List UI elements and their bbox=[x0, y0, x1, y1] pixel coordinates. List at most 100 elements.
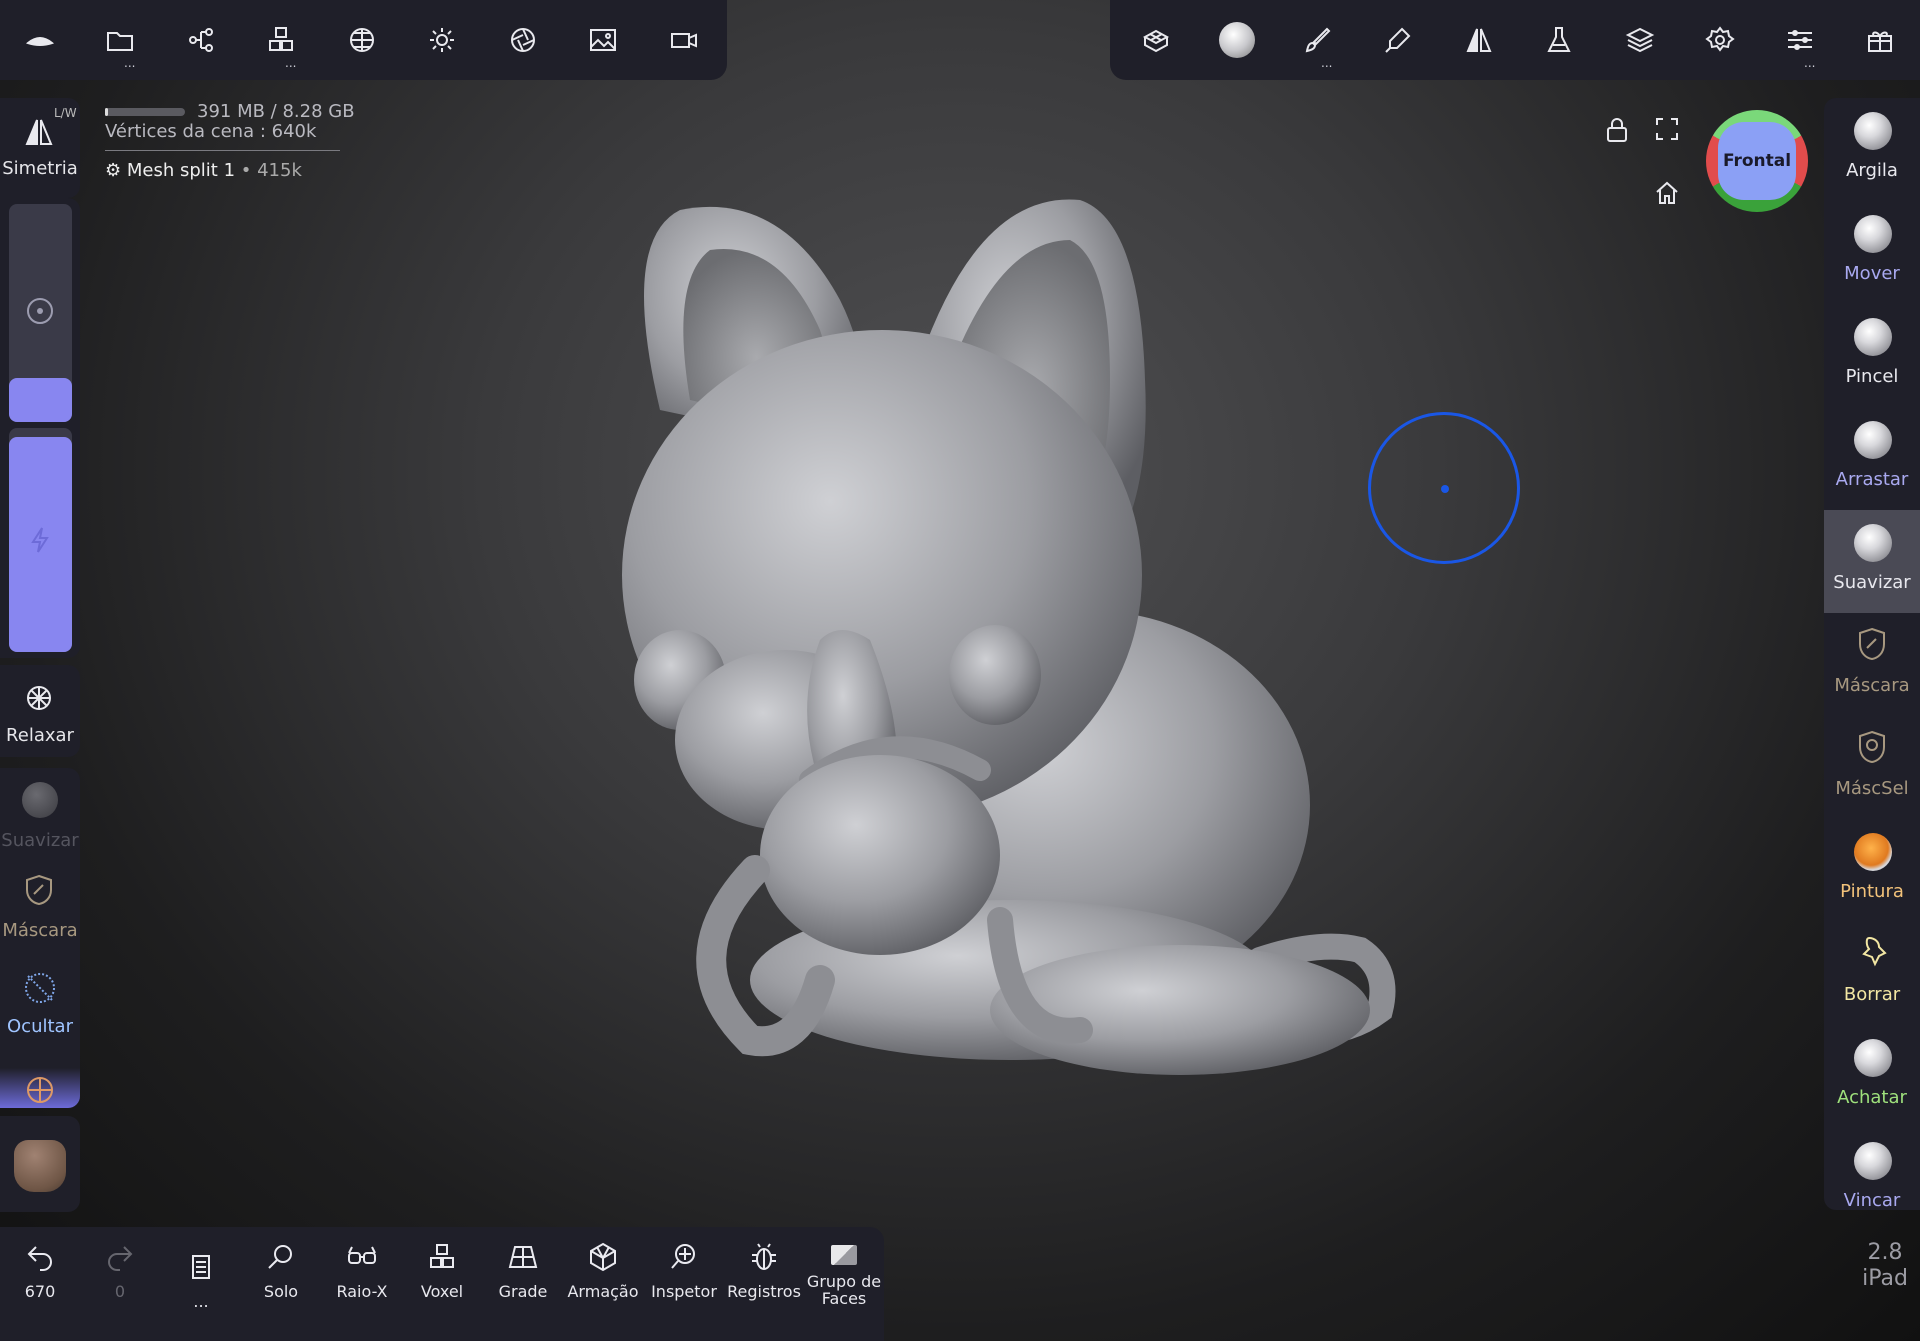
smooth-sphere-icon bbox=[22, 782, 58, 818]
inspector-icon bbox=[671, 1244, 695, 1269]
history-button[interactable]: ... bbox=[161, 1241, 241, 1310]
folder-icon[interactable] bbox=[100, 20, 140, 60]
tool-move-label: Mover bbox=[1844, 263, 1900, 284]
inspector-button[interactable]: Inspetor bbox=[644, 1241, 724, 1300]
undo-button[interactable]: 670 bbox=[0, 1241, 80, 1300]
wireframe-icon bbox=[590, 1242, 616, 1272]
symmetry-icon[interactable] bbox=[1459, 20, 1499, 60]
home-view-icon[interactable] bbox=[1654, 180, 1680, 210]
radius-slider-target-icon bbox=[27, 298, 53, 324]
version-number: 2.8 bbox=[1867, 1240, 1903, 1265]
symmetry-panel[interactable]: L/W Simetria bbox=[0, 98, 80, 198]
radius-slider[interactable] bbox=[9, 204, 72, 422]
sliders-icon[interactable] bbox=[1780, 20, 1820, 60]
lock-icon[interactable] bbox=[1604, 116, 1630, 148]
version-device: iPad bbox=[1862, 1266, 1908, 1291]
tool-flatten-icon bbox=[1854, 1039, 1892, 1077]
tool-flatten[interactable]: Achatar bbox=[1824, 1025, 1920, 1128]
material-preview[interactable] bbox=[0, 1116, 80, 1212]
nomad-logo-icon[interactable] bbox=[20, 20, 60, 60]
video-camera-icon[interactable] bbox=[664, 20, 704, 60]
tool-mask-select-label: MáscSel bbox=[1835, 778, 1909, 799]
grid-button[interactable]: Grade bbox=[483, 1241, 563, 1300]
quick-smooth-button[interactable]: Suavizar bbox=[0, 768, 80, 858]
tool-mask-icon bbox=[1857, 627, 1887, 665]
primitives-icon[interactable] bbox=[261, 20, 301, 60]
lightning-icon bbox=[29, 526, 51, 558]
bug-icon bbox=[752, 1243, 776, 1270]
mesh-vertex-count: • 415k bbox=[235, 160, 302, 181]
tool-clay-label: Argila bbox=[1846, 160, 1898, 181]
tool-drag-icon bbox=[1854, 421, 1892, 459]
tool-paint[interactable]: Pintura bbox=[1824, 819, 1920, 922]
current-tool-smooth-icon[interactable] bbox=[1217, 20, 1257, 60]
bottom-toolbar: 670 0 ... Solo Raio-X Voxel Grade Armaçã… bbox=[0, 1227, 884, 1341]
tool-clay[interactable]: Argila bbox=[1824, 98, 1920, 201]
radius-slider-fill bbox=[9, 378, 72, 422]
relax-wireframe-icon bbox=[24, 683, 54, 717]
history-dots: ... bbox=[193, 1292, 209, 1311]
tool-mask-select[interactable]: MáscSel bbox=[1824, 716, 1920, 819]
tool-brush[interactable]: Pincel bbox=[1824, 304, 1920, 407]
tool-smudge[interactable]: Borrar bbox=[1824, 922, 1920, 1025]
wireframe-button[interactable]: Armação bbox=[563, 1241, 643, 1300]
solo-button[interactable]: Solo bbox=[241, 1241, 321, 1300]
solo-label: Solo bbox=[263, 1282, 299, 1301]
light-icon[interactable] bbox=[422, 20, 462, 60]
version-info: 2.8 iPad bbox=[1860, 1240, 1910, 1292]
tool-drag[interactable]: Arrastar bbox=[1824, 407, 1920, 510]
logs-button[interactable]: Registros bbox=[724, 1241, 804, 1300]
quick-hide-button[interactable]: Ocultar bbox=[0, 960, 80, 1050]
scene-vertices: Vértices da cena : 640k bbox=[105, 121, 317, 142]
symmetry-axes: L/W bbox=[54, 106, 77, 120]
brush-stroke-icon[interactable] bbox=[1297, 20, 1337, 60]
view-cube[interactable]: Frontal bbox=[1706, 110, 1808, 212]
tool-flatten-label: Achatar bbox=[1837, 1087, 1907, 1108]
tool-brush-icon bbox=[1854, 318, 1892, 356]
material-swatch bbox=[14, 1140, 66, 1192]
quick-tools-panel: Suavizar Máscara Ocultar bbox=[0, 768, 80, 1108]
quick-mask-button[interactable]: Máscara bbox=[0, 864, 80, 954]
undo-count: 670 bbox=[24, 1282, 56, 1301]
gift-icon[interactable] bbox=[1860, 20, 1900, 60]
brush-sliders-panel bbox=[0, 198, 80, 658]
gizmo-icon[interactable] bbox=[0, 1068, 80, 1108]
redo-icon bbox=[108, 1246, 133, 1271]
redo-button[interactable]: 0 bbox=[80, 1241, 160, 1300]
tool-smooth[interactable]: Suavizar bbox=[1824, 510, 1920, 613]
camera-aperture-icon[interactable] bbox=[503, 20, 543, 60]
tool-mask-label: Máscara bbox=[1834, 675, 1910, 696]
face-group-label: Grupo de Faces bbox=[806, 1272, 882, 1308]
relax-button[interactable]: Relaxar bbox=[0, 665, 80, 757]
sculpt-model[interactable] bbox=[560, 180, 1420, 1080]
symmetry-label: Simetria bbox=[2, 158, 78, 179]
flask-icon[interactable] bbox=[1539, 20, 1579, 60]
tool-mask[interactable]: Máscara bbox=[1824, 613, 1920, 716]
voxel-button[interactable]: Voxel bbox=[402, 1241, 482, 1300]
tool-paint-icon bbox=[1854, 833, 1892, 871]
mesh-info[interactable]: ⚙ Mesh split 1 • 415k bbox=[105, 161, 355, 181]
mesh-wireframe-icon: ⚙ bbox=[105, 160, 122, 181]
view-cube-face-label: Frontal bbox=[1722, 151, 1792, 171]
grid-icon bbox=[508, 1246, 538, 1268]
mask-shield-icon bbox=[24, 874, 54, 910]
xray-label: Raio-X bbox=[336, 1282, 388, 1301]
tool-brush-label: Pincel bbox=[1845, 366, 1899, 387]
fullscreen-icon[interactable] bbox=[1654, 116, 1680, 146]
material-sphere-icon[interactable] bbox=[342, 20, 382, 60]
face-group-button[interactable]: Grupo de Faces bbox=[804, 1241, 884, 1307]
tool-mask-select-icon bbox=[1857, 730, 1887, 768]
intensity-slider[interactable] bbox=[9, 428, 72, 652]
xray-button[interactable]: Raio-X bbox=[322, 1241, 402, 1300]
tool-smudge-icon bbox=[1857, 936, 1889, 974]
settings-gear-icon[interactable] bbox=[1700, 20, 1740, 60]
pen-icon[interactable] bbox=[1378, 20, 1418, 60]
tool-move[interactable]: Mover bbox=[1824, 201, 1920, 304]
scene-graph-icon[interactable] bbox=[181, 20, 221, 60]
redo-count: 0 bbox=[114, 1282, 126, 1301]
topology-icon[interactable] bbox=[1136, 20, 1176, 60]
tool-crease[interactable]: Vincar bbox=[1824, 1128, 1920, 1210]
tool-clay-icon bbox=[1854, 112, 1892, 150]
layers-icon[interactable] bbox=[1620, 20, 1660, 60]
background-image-icon[interactable] bbox=[583, 20, 623, 60]
